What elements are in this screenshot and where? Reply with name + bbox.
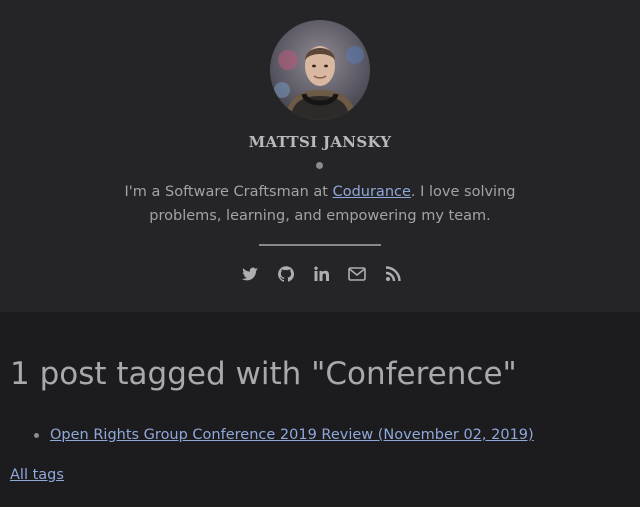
list-bullet [34, 433, 39, 438]
avatar[interactable] [270, 20, 370, 120]
company-link[interactable]: Codurance [333, 184, 411, 200]
twitter-icon[interactable] [238, 262, 262, 286]
post-link[interactable]: Open Rights Group Conference 2019 Review… [50, 427, 534, 443]
bio-text: I'm a Software Craftsman at Codurance. I… [90, 180, 550, 228]
site-header: MATTSI JANSKY I'm a Software Craftsman a… [0, 0, 640, 312]
divider-dot [316, 162, 323, 169]
site-name[interactable]: MATTSI JANSKY [0, 133, 640, 151]
github-icon[interactable] [274, 262, 298, 286]
header-rule [259, 244, 381, 246]
page-title: 1 post tagged with "Conference" [10, 356, 517, 392]
post-list: Open Rights Group Conference 2019 Review… [10, 424, 534, 446]
list-item: Open Rights Group Conference 2019 Review… [10, 424, 534, 446]
bio-prefix: I'm a Software Craftsman at [124, 184, 333, 200]
linkedin-icon[interactable] [309, 262, 333, 286]
social-links [236, 262, 406, 286]
all-tags-link[interactable]: All tags [10, 464, 64, 486]
envelope-icon[interactable] [345, 262, 369, 286]
rss-icon[interactable] [381, 262, 405, 286]
